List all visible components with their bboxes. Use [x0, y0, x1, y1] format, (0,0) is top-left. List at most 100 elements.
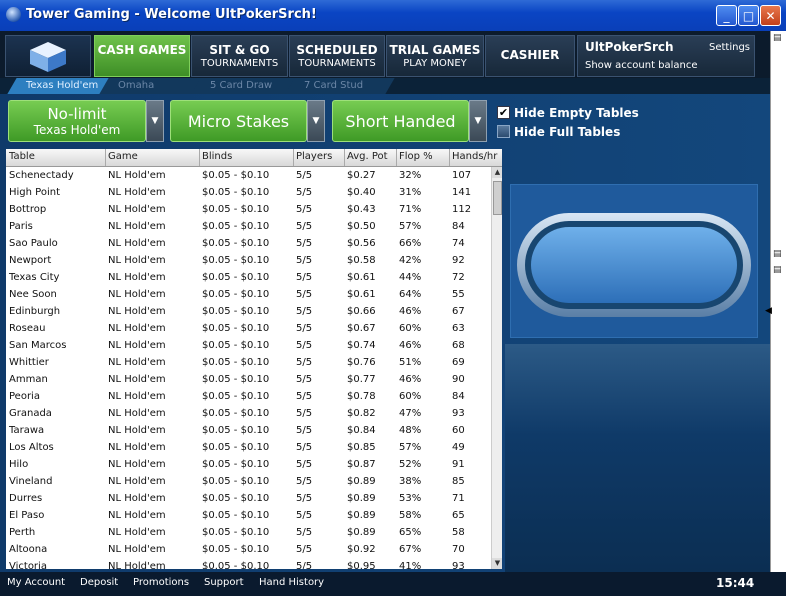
- cell-hands-hr: 60: [452, 425, 465, 436]
- stakes-filter[interactable]: Micro Stakes: [170, 100, 307, 142]
- cell-players: 5/5: [296, 476, 313, 487]
- seats-filter[interactable]: Short Handed: [332, 100, 469, 142]
- cell-players: 5/5: [296, 391, 313, 402]
- tower-gaming-logo[interactable]: [5, 35, 91, 77]
- cell-players: 5/5: [296, 374, 313, 385]
- cell-hands-hr: 90: [452, 374, 465, 385]
- subtab-5-card-draw[interactable]: 5 Card Draw: [191, 78, 299, 94]
- cell-game: NL Hold'em: [108, 425, 166, 436]
- cell-game: NL Hold'em: [108, 561, 166, 569]
- promotions-link[interactable]: Promotions: [133, 577, 189, 588]
- table-row[interactable]: Los Altos NL Hold'em $0.05 - $0.10 5/5 $0.85…: [6, 439, 490, 456]
- cell-players: 5/5: [296, 323, 313, 334]
- show-balance-link[interactable]: Show account balance: [585, 60, 698, 71]
- column-header-avg-pot[interactable]: Avg. Pot: [347, 151, 388, 162]
- column-divider: [449, 149, 450, 166]
- hide-empty-checkbox[interactable]: ✔: [497, 106, 510, 119]
- table-row[interactable]: Granada NL Hold'em $0.05 - $0.10 5/5 $0.82 47…: [6, 405, 490, 422]
- cell-game: NL Hold'em: [108, 221, 166, 232]
- cell-avg-pot: $0.89: [347, 510, 376, 521]
- table-row[interactable]: Peoria NL Hold'em $0.05 - $0.10 5/5 $0.78 60%…: [6, 388, 490, 405]
- stakes-dropdown-arrow-icon[interactable]: ▼: [307, 100, 325, 142]
- table-row[interactable]: Newport NL Hold'em $0.05 - $0.10 5/5 $0.58 42…: [6, 252, 490, 269]
- cell-hands-hr: 68: [452, 340, 465, 351]
- cell-avg-pot: $0.67: [347, 323, 376, 334]
- cell-hands-hr: 55: [452, 289, 465, 300]
- table-row[interactable]: Nee Soon NL Hold'em $0.05 - $0.10 5/5 $0.61 6…: [6, 286, 490, 303]
- tab-label: SCHEDULED: [296, 43, 378, 57]
- table-body: Schenectady NL Hold'em $0.05 - $0.10 5/5 $0.…: [6, 167, 490, 569]
- my-account-link[interactable]: My Account: [7, 577, 65, 588]
- table-row[interactable]: Amman NL Hold'em $0.05 - $0.10 5/5 $0.77 46% 9…: [6, 371, 490, 388]
- seats-dropdown-arrow-icon[interactable]: ▼: [469, 100, 487, 142]
- cell-hands-hr: 93: [452, 561, 465, 569]
- scroll-thumb[interactable]: [493, 181, 502, 215]
- column-header-table[interactable]: Table: [9, 151, 35, 162]
- table-row[interactable]: Victoria NL Hold'em $0.05 - $0.10 5/5 $0.95 4…: [6, 558, 490, 569]
- cell-flop: 48%: [399, 425, 422, 436]
- close-button[interactable]: ✕: [760, 5, 781, 26]
- table-row[interactable]: Altoona NL Hold'em $0.05 - $0.10 5/5 $0.92 67…: [6, 541, 490, 558]
- username: UltPokerSrch: [585, 40, 674, 54]
- cell-hands-hr: 70: [452, 544, 465, 555]
- seats-filter-label: Short Handed: [345, 112, 456, 131]
- limit-dropdown-arrow-icon[interactable]: ▼: [146, 100, 164, 142]
- subtab-texas-holdem[interactable]: Texas Hold'em: [7, 78, 113, 94]
- table-row[interactable]: High Point NL Hold'em $0.05 - $0.10 5/5 $0.4…: [6, 184, 490, 201]
- hide-full-checkbox[interactable]: [497, 125, 510, 138]
- strip-arrow-icon[interactable]: ◀: [765, 306, 772, 316]
- support-link[interactable]: Support: [204, 577, 244, 588]
- cell-avg-pot: $0.43: [347, 204, 376, 215]
- cell-hands-hr: 112: [452, 204, 472, 215]
- cell-players: 5/5: [296, 357, 313, 368]
- tab-trial-games[interactable]: TRIAL GAMES PLAY MONEY: [386, 35, 484, 77]
- column-header-hands-hr[interactable]: Hands/hr: [452, 151, 497, 162]
- table-row[interactable]: El Paso NL Hold'em $0.05 - $0.10 5/5 $0.89 58…: [6, 507, 490, 524]
- table-row[interactable]: Edinburgh NL Hold'em $0.05 - $0.10 5/5 $0.66…: [6, 303, 490, 320]
- table-row[interactable]: Texas City NL Hold'em $0.05 - $0.10 5/5 $0.6…: [6, 269, 490, 286]
- cell-game: NL Hold'em: [108, 391, 166, 402]
- cell-avg-pot: $0.85: [347, 442, 376, 453]
- table-row[interactable]: Perth NL Hold'em $0.05 - $0.10 5/5 $0.89 65% 5…: [6, 524, 490, 541]
- table-row[interactable]: Sao Paulo NL Hold'em $0.05 - $0.10 5/5 $0.56…: [6, 235, 490, 252]
- tab-sublabel: PLAY MONEY: [403, 58, 467, 69]
- tab-cashier[interactable]: CASHIER: [485, 35, 575, 77]
- table-row[interactable]: Whittier NL Hold'em $0.05 - $0.10 5/5 $0.76 5…: [6, 354, 490, 371]
- subtab-omaha[interactable]: Omaha: [99, 78, 205, 94]
- maximize-button[interactable]: □: [738, 5, 759, 26]
- table-row[interactable]: Hilo NL Hold'em $0.05 - $0.10 5/5 $0.87 52% 91: [6, 456, 490, 473]
- column-header-game[interactable]: Game: [108, 151, 138, 162]
- cell-players: 5/5: [296, 408, 313, 419]
- limit-filter[interactable]: No-limit Texas Hold'em: [8, 100, 146, 142]
- column-header-flop[interactable]: Flop %: [399, 151, 433, 162]
- scroll-down-icon[interactable]: ▼: [492, 558, 502, 569]
- table-row[interactable]: Schenectady NL Hold'em $0.05 - $0.10 5/5 $0.…: [6, 167, 490, 184]
- tab-scheduled-tournaments[interactable]: SCHEDULED TOURNAMENTS: [289, 35, 385, 77]
- table-row[interactable]: Vineland NL Hold'em $0.05 - $0.10 5/5 $0.89 3…: [6, 473, 490, 490]
- table-scrollbar[interactable]: ▲ ▼: [491, 167, 502, 569]
- settings-link[interactable]: Settings: [709, 42, 750, 53]
- scroll-up-icon[interactable]: ▲: [492, 167, 502, 178]
- cell-blinds: $0.05 - $0.10: [202, 476, 270, 487]
- cell-table: Peoria: [9, 391, 40, 402]
- column-header-blinds[interactable]: Blinds: [202, 151, 232, 162]
- column-header-players[interactable]: Players: [296, 151, 332, 162]
- hide-full-label: Hide Full Tables: [514, 125, 621, 139]
- subtab-7-card-stud[interactable]: 7 Card Stud: [285, 78, 395, 94]
- table-row[interactable]: Paris NL Hold'em $0.05 - $0.10 5/5 $0.50 57% 8…: [6, 218, 490, 235]
- table-row[interactable]: Roseau NL Hold'em $0.05 - $0.10 5/5 $0.67 60%…: [6, 320, 490, 337]
- cell-avg-pot: $0.84: [347, 425, 376, 436]
- cell-blinds: $0.05 - $0.10: [202, 357, 270, 368]
- table-row[interactable]: Durres NL Hold'em $0.05 - $0.10 5/5 $0.89 53%…: [6, 490, 490, 507]
- cell-flop: 51%: [399, 357, 422, 368]
- table-row[interactable]: Tarawa NL Hold'em $0.05 - $0.10 5/5 $0.84 48%…: [6, 422, 490, 439]
- tab-sit-and-go[interactable]: SIT & GO TOURNAMENTS: [191, 35, 288, 77]
- deposit-link[interactable]: Deposit: [80, 577, 118, 588]
- minimize-button[interactable]: _: [716, 5, 737, 26]
- tab-cash-games[interactable]: CASH GAMES: [94, 35, 190, 77]
- cell-avg-pot: $0.74: [347, 340, 376, 351]
- table-row[interactable]: Bottrop NL Hold'em $0.05 - $0.10 5/5 $0.43 71…: [6, 201, 490, 218]
- hand-history-link[interactable]: Hand History: [259, 577, 324, 588]
- cell-game: NL Hold'em: [108, 476, 166, 487]
- table-row[interactable]: San Marcos NL Hold'em $0.05 - $0.10 5/5 $0.7…: [6, 337, 490, 354]
